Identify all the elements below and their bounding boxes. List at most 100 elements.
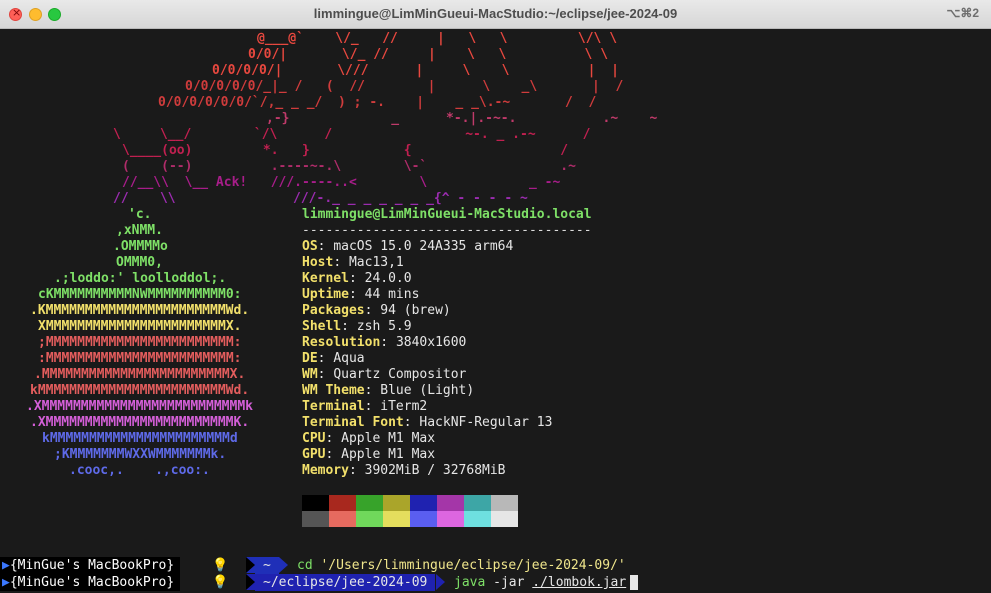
terminal-content[interactable]: @___@` \/_ // | \ \ \/\ \ 0/0/| \/_ // | …: [0, 29, 991, 593]
info-value: 3902MiB / 32768MiB: [364, 463, 506, 478]
info-row: CPU: Apple M1 Max: [302, 431, 436, 446]
info-key: GPU: [302, 447, 326, 462]
palette-swatch: [356, 511, 383, 527]
palette-swatch: [302, 511, 329, 527]
text-cursor: [630, 575, 639, 590]
palette-swatch: [410, 511, 437, 527]
info-row: OS: macOS 15.0 24A335 arm64: [302, 239, 514, 254]
info-row: GPU: Apple M1 Max: [302, 447, 436, 462]
prompt-line[interactable]: ▶{MinGue's MacBookPro} 💡 ~ cd '/Users/limmi…: [0, 557, 991, 574]
apple-logo-line: ;MMMMMMMMMMMMMMMMMMMMMMMM:: [38, 335, 242, 350]
ascii-art-line: 0/0/0/0/| \/// | \ \ | |: [212, 63, 619, 78]
palette-normal-row: [302, 495, 518, 511]
palette-swatch: [464, 495, 491, 511]
info-value: 94 (brew): [380, 303, 451, 318]
prompt-line[interactable]: ▶{MinGue's MacBookPro} 💡 ~/eclipse/jee-202…: [0, 574, 991, 591]
apple-logo-line: XMMMMMMMMMMMMMMMMMMMMMMMX.: [38, 319, 242, 334]
palette-bright-row: [302, 511, 518, 527]
powerline-separator: [246, 574, 255, 590]
info-key: Terminal Font: [302, 415, 404, 430]
palette-swatch: [302, 495, 329, 511]
ascii-art-line: 0/0/| \/_ // | \ \ \ \: [248, 47, 609, 62]
window-shortcut: ⌥⌘2: [946, 6, 979, 20]
apple-logo-line: 'c.: [128, 207, 152, 222]
ascii-art-line: 0/0/0/0/0/0/`/,_ _ _/ ) ; -. | _ _\.-~ /…: [158, 95, 597, 110]
ascii-art-line: // \\ ///-._ _ _ _ _ _ _{^ - - - - ~: [113, 191, 528, 206]
prompt-path: ~: [255, 557, 279, 574]
info-row: DE: Aqua: [302, 351, 365, 366]
window-title: limmingue@LimMinGueui-MacStudio:~/eclips…: [313, 6, 678, 21]
command-text[interactable]: cd '/Users/limmingue/eclipse/jee-2024-09…: [297, 557, 626, 574]
info-row: Terminal: iTerm2: [302, 399, 428, 414]
info-value: Quartz Compositor: [333, 367, 467, 382]
info-value: Blue (Light): [380, 383, 475, 398]
apple-logo-line: .;loddo:' loolloddol;.: [54, 271, 227, 286]
info-row: Resolution: 3840x1600: [302, 335, 467, 350]
command-text[interactable]: java -jar ./lombok.jar: [454, 574, 639, 591]
info-value: Apple M1 Max: [341, 431, 436, 446]
title-bar: limmingue@LimMinGueui-MacStudio:~/eclips…: [0, 0, 991, 29]
info-row: Packages: 94 (brew): [302, 303, 451, 318]
apple-logo-line: .OMMMMo: [113, 239, 168, 254]
lightbulb-icon: 💡: [212, 558, 229, 573]
prompt-marker-icon: ▶: [2, 575, 10, 590]
apple-logo-line: ,xNMM.: [116, 223, 163, 238]
palette-swatch: [329, 495, 356, 511]
powerline-separator: [279, 557, 288, 573]
palette-swatch: [383, 495, 410, 511]
palette-swatch: [329, 511, 356, 527]
info-row: Host: Mac13,1: [302, 255, 404, 270]
info-row: Uptime: 44 mins: [302, 287, 420, 302]
apple-logo-line: kMMMMMMMMMMMMMMMMMMMMMMMMWd.: [30, 383, 250, 398]
info-value: HackNF-Regular 13: [419, 415, 553, 430]
info-row: Kernel: 24.0.0: [302, 271, 412, 286]
apple-logo-line: OMMM0,: [116, 255, 163, 270]
info-row: Memory: 3902MiB / 32768MiB: [302, 463, 506, 478]
terminal-window: limmingue@LimMinGueui-MacStudio:~/eclips…: [0, 0, 991, 593]
palette-swatch: [410, 495, 437, 511]
info-key: WM Theme: [302, 383, 365, 398]
info-key: OS: [302, 239, 318, 254]
ascii-art-line: \____(oo) *. } { /: [122, 143, 569, 158]
ascii-art-line: \ \__/ `/\ / ~-. _ .-~ /: [113, 127, 591, 142]
apple-logo-line: :MMMMMMMMMMMMMMMMMMMMMMMM:: [38, 351, 242, 366]
palette-swatch: [491, 495, 518, 511]
prompt-path: ~/eclipse/jee-2024-09: [255, 574, 436, 591]
prompt-context: ▶{MinGue's MacBookPro}: [0, 557, 181, 574]
info-value: zsh 5.9: [356, 319, 412, 334]
apple-logo-line: .XMMMMMMMMMMMMMMMMMMMMMMMMMMk: [26, 399, 253, 414]
apple-logo-line: cKMMMMMMMMMMNWMMMMMMMMMM0:: [38, 287, 242, 302]
info-value: 3840x1600: [395, 335, 467, 350]
palette-swatch: [491, 511, 518, 527]
apple-logo-line: .XMMMMMMMMMMMMMMMMMMMMMMMMK.: [30, 415, 250, 430]
info-row: WM Theme: Blue (Light): [302, 383, 475, 398]
info-value: 44 mins: [364, 287, 420, 302]
info-value: 24.0.0: [364, 271, 412, 286]
info-key: CPU: [302, 431, 326, 446]
info-key: Resolution: [302, 335, 381, 350]
info-key: Uptime: [302, 287, 349, 302]
info-value: Apple M1 Max: [341, 447, 436, 462]
info-key: WM: [302, 367, 318, 382]
apple-logo-line: .KMMMMMMMMMMMMMMMMMMMMMMMWd.: [30, 303, 250, 318]
apple-logo-line: .MMMMMMMMMMMMMMMMMMMMMMMMX.: [34, 367, 246, 382]
powerline-separator: [246, 557, 255, 573]
palette-swatch: [437, 495, 464, 511]
info-key: Kernel: [302, 271, 349, 286]
powerline-separator: [436, 574, 445, 590]
palette-swatch: [437, 511, 464, 527]
apple-logo-line: .cooc,. .,coo:.: [69, 463, 210, 478]
info-row: Shell: zsh 5.9: [302, 319, 412, 334]
apple-logo-line: kMMMMMMMMMMMMMMMMMMMMMMMd: [42, 431, 238, 446]
palette-swatch: [464, 511, 491, 527]
separator-line: -------------------------------------: [302, 223, 592, 238]
info-value: Mac13,1: [348, 255, 404, 270]
prompt-marker-icon: ▶: [2, 558, 10, 573]
lightbulb-icon: 💡: [212, 575, 229, 590]
info-key: Packages: [302, 303, 365, 318]
color-palette: [302, 495, 518, 527]
ascii-art-line: 0/0/0/0/0/_|_ / ( // | \ _\ | /: [185, 79, 624, 94]
info-key: Shell: [302, 319, 342, 334]
info-key: Memory: [302, 463, 349, 478]
ascii-art-line: //__\\ \__ Ack! ///.----..< \ _ -~: [122, 175, 561, 190]
